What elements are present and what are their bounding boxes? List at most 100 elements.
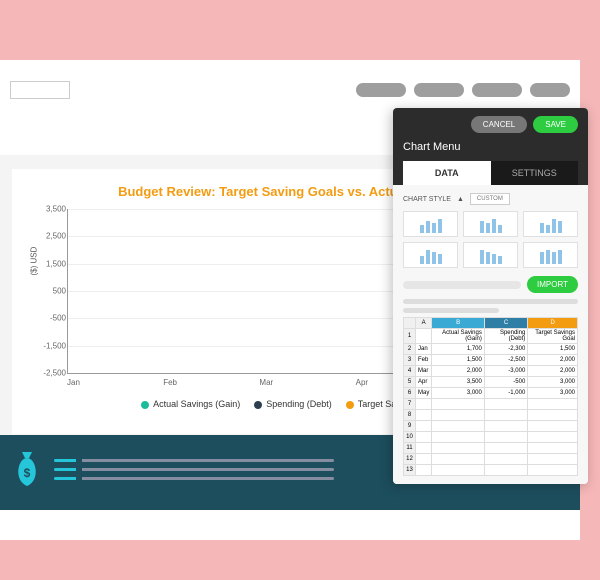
table-row[interactable]: 11 [404,443,578,454]
cell[interactable]: Apr [416,377,432,388]
cell[interactable] [484,454,527,465]
chart-style-thumb[interactable] [403,211,458,237]
cell[interactable] [432,399,485,410]
cell[interactable] [432,432,485,443]
cell[interactable]: 1,700 [432,344,485,355]
table-row[interactable]: 6May3,000-1,0003,000 [404,388,578,399]
cell[interactable]: 3,000 [528,377,578,388]
save-button[interactable]: SAVE [533,116,578,133]
panel-body: CHART STYLE ▲ CUSTOM IMPORT A B C [393,185,588,484]
toolbar-button-4[interactable] [530,83,570,97]
custom-button[interactable]: CUSTOM [470,193,510,205]
col-header-c[interactable]: C [484,318,527,329]
y-tick: 3,500 [38,205,66,214]
col-header-b[interactable]: B [432,318,485,329]
cell[interactable]: 1,500 [528,344,578,355]
cell[interactable]: -1,000 [484,388,527,399]
cell[interactable] [432,465,485,476]
cell[interactable]: -2,300 [484,344,527,355]
cell[interactable]: 1,500 [432,355,485,366]
cell[interactable] [432,421,485,432]
cell[interactable]: -3,000 [484,366,527,377]
cell[interactable] [528,421,578,432]
cell[interactable] [528,410,578,421]
cell[interactable]: Jan [416,344,432,355]
cell[interactable]: -2,500 [484,355,527,366]
col-header-d[interactable]: D [528,318,578,329]
tab-data[interactable]: DATA [403,161,491,185]
table-row[interactable]: 10 [404,432,578,443]
cell[interactable]: May [416,388,432,399]
cell[interactable]: Mar [416,366,432,377]
cell[interactable] [416,454,432,465]
toolbar-button-2[interactable] [414,83,464,97]
cell[interactable] [528,465,578,476]
cell[interactable]: Spending (Debt) [484,329,527,344]
cell[interactable]: 2,000 [528,366,578,377]
chart-style-thumb[interactable] [523,242,578,268]
cell[interactable]: Target Savings Goal [528,329,578,344]
cell[interactable]: 3,500 [432,377,485,388]
table-row[interactable]: 7 [404,399,578,410]
table-row[interactable]: 8 [404,410,578,421]
cell[interactable] [416,399,432,410]
table-row[interactable]: 1Actual Savings (Gain)Spending (Debt)Tar… [404,329,578,344]
footer-lines [54,459,334,486]
table-row[interactable]: 9 [404,421,578,432]
table-row[interactable]: 5Apr3,500-5003,000 [404,377,578,388]
y-tick: -1,500 [38,341,66,350]
topbar-input[interactable] [10,81,70,99]
cell[interactable] [416,410,432,421]
row-number: 11 [404,443,416,454]
legend-label: Actual Savings (Gain) [153,399,240,409]
chart-menu-panel: CANCEL SAVE Chart Menu DATA SETTINGS CHA… [393,108,588,484]
cell[interactable] [484,410,527,421]
table-row[interactable]: 13 [404,465,578,476]
chart-style-thumb[interactable] [403,242,458,268]
cell[interactable]: Actual Savings (Gain) [432,329,485,344]
import-button[interactable]: IMPORT [527,276,578,293]
tab-settings[interactable]: SETTINGS [491,161,579,185]
cell[interactable] [416,329,432,344]
cell[interactable] [432,454,485,465]
chart-style-thumb[interactable] [523,211,578,237]
cell[interactable] [528,454,578,465]
cell[interactable] [484,443,527,454]
cell[interactable] [528,432,578,443]
cell[interactable] [416,432,432,443]
toolbar-button-1[interactable] [356,83,406,97]
cell[interactable] [484,421,527,432]
cell[interactable] [432,443,485,454]
cell[interactable]: Feb [416,355,432,366]
cell[interactable] [484,432,527,443]
cell[interactable] [432,410,485,421]
y-tick: -2,500 [38,369,66,378]
col-header-a[interactable]: A [416,318,432,329]
data-table[interactable]: A B C D 1Actual Savings (Gain)Spending (… [403,317,578,476]
cell[interactable] [416,465,432,476]
table-row[interactable]: 3Feb1,500-2,5002,000 [404,355,578,366]
y-tick: 1,500 [38,259,66,268]
table-row[interactable]: 2Jan1,700-2,3001,500 [404,344,578,355]
cell[interactable]: -500 [484,377,527,388]
cell[interactable]: 2,000 [432,366,485,377]
cell[interactable] [528,399,578,410]
cell[interactable] [484,399,527,410]
legend-dot-icon [254,401,262,409]
row-number: 10 [404,432,416,443]
cell[interactable]: 3,000 [528,388,578,399]
cell[interactable] [484,465,527,476]
table-row[interactable]: 4Mar2,000-3,0002,000 [404,366,578,377]
cell[interactable]: 2,000 [528,355,578,366]
cell[interactable] [528,443,578,454]
cell[interactable] [416,421,432,432]
toolbar-button-3[interactable] [472,83,522,97]
cancel-button[interactable]: CANCEL [471,116,527,133]
cell[interactable]: 3,000 [432,388,485,399]
cell[interactable] [416,443,432,454]
table-row[interactable]: 12 [404,454,578,465]
chart-style-thumb[interactable] [463,211,518,237]
chart-style-grid [403,211,578,268]
chart-style-thumb[interactable] [463,242,518,268]
chart-style-row: CHART STYLE ▲ CUSTOM [403,193,578,205]
